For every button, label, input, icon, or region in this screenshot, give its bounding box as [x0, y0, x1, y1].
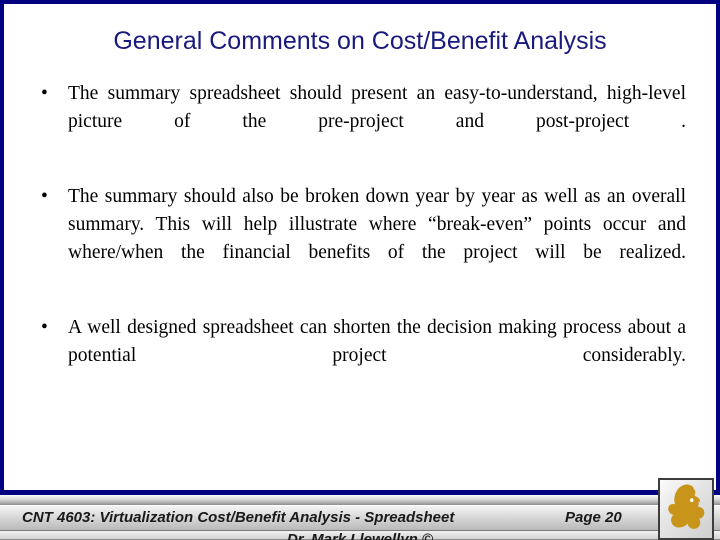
slide-border-top — [0, 0, 720, 4]
ucf-pegasus-logo — [658, 478, 714, 540]
slide-border-right — [716, 0, 720, 494]
bullet-item: • The summary spreadsheet should present… — [38, 80, 686, 164]
slide-body: • The summary spreadsheet should present… — [38, 80, 686, 398]
footer-author-label: Dr. Mark Llewellyn © — [286, 531, 434, 540]
bullet-text: The summary should also be broken down y… — [68, 186, 686, 263]
slide-footer: CNT 4603: Virtualization Cost/Benefit An… — [0, 490, 720, 540]
bullet-item: • The summary should also be broken down… — [38, 183, 686, 295]
presentation-slide: General Comments on Cost/Benefit Analysi… — [0, 0, 720, 540]
slide-title: General Comments on Cost/Benefit Analysi… — [113, 27, 607, 55]
bullet-point-icon: • — [41, 186, 48, 207]
bullet-item: • A well designed spreadsheet can shorte… — [38, 314, 686, 398]
bullet-point-icon: • — [41, 317, 48, 338]
bullet-text: A well designed spreadsheet can shorten … — [68, 317, 686, 366]
footer-course-label: CNT 4603: Virtualization Cost/Benefit An… — [22, 509, 455, 526]
footer-gradient-strip — [0, 495, 720, 505]
bullet-point-icon: • — [41, 83, 48, 104]
slide-border-left — [0, 0, 4, 494]
bullet-text: The summary spreadsheet should present a… — [68, 83, 686, 132]
footer-page-number: Page 20 — [565, 509, 622, 526]
